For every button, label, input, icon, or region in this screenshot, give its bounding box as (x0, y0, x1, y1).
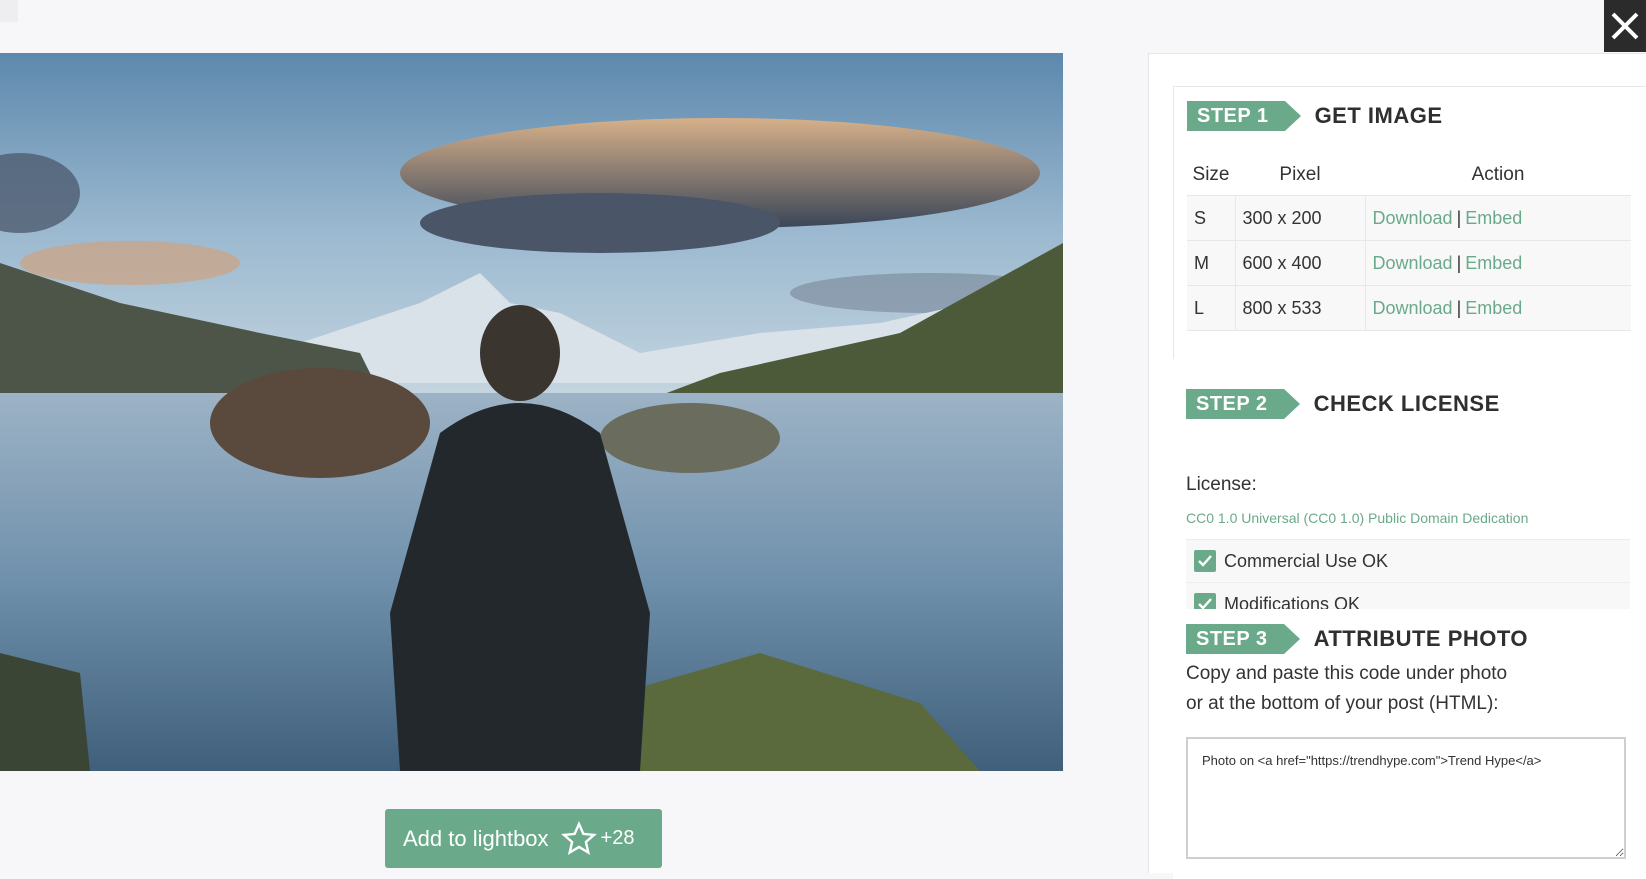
action-cell: Download | Embed (1365, 240, 1631, 286)
step3-title: ATTRIBUTE PHOTO (1313, 626, 1529, 651)
instructions-line-1: Copy and paste this code under photo (1186, 663, 1508, 684)
commercial-use-row: Commercial Use OK (1186, 539, 1630, 583)
embed-link-s[interactable]: Embed (1465, 208, 1522, 228)
step2-header: STEP 2 CHECK LICENSE (1186, 389, 1500, 419)
step3-badge: STEP 3 (1186, 624, 1300, 654)
table-row: L 800 x 533 Download | Embed (1187, 285, 1631, 331)
action-separator: | (1456, 207, 1462, 228)
embed-link-m[interactable]: Embed (1465, 253, 1522, 273)
size-table: Size Pixel Action S 300 x 200 Download | E… (1187, 155, 1631, 331)
checkmark-icon (1194, 550, 1216, 572)
star-icon (560, 820, 597, 855)
table-row: M 600 x 400 Download | Embed (1187, 240, 1631, 286)
license-link[interactable]: CC0 1.0 Universal (CC0 1.0) Public Domai… (1186, 510, 1528, 526)
step3-card: STEP 3 ATTRIBUTE PHOTO Copy and paste th… (1173, 609, 1646, 879)
step1-header: STEP 1 GET IMAGE (1187, 101, 1443, 131)
pixel-cell: 600 x 400 (1235, 240, 1366, 286)
size-cell: L (1187, 285, 1236, 331)
size-cell: M (1187, 240, 1236, 286)
commercial-use-label: Commercial Use OK (1224, 550, 1389, 571)
action-separator: | (1456, 297, 1462, 318)
table-row: S 300 x 200 Download | Embed (1187, 195, 1631, 241)
embed-link-l[interactable]: Embed (1465, 298, 1522, 318)
step2-badge: STEP 2 (1186, 389, 1300, 419)
size-header: Size (1192, 164, 1230, 185)
license-label: License: (1186, 474, 1257, 495)
step2-title: CHECK LICENSE (1313, 391, 1500, 416)
pixel-header: Pixel (1279, 164, 1321, 185)
lightbox-label: Add to lightbox (403, 825, 549, 851)
attribution-code-textarea[interactable]: Photo on <a href="https://trendhype.com"… (1186, 737, 1626, 859)
step1-title: GET IMAGE (1314, 103, 1443, 128)
close-icon (1611, 12, 1639, 40)
pixel-cell: 300 x 200 (1235, 195, 1366, 241)
pixel-cell: 800 x 533 (1235, 285, 1366, 331)
action-separator: | (1456, 252, 1462, 273)
step1-badge: STEP 1 (1187, 101, 1301, 131)
main-photo (0, 53, 1063, 771)
attribute-instructions: Copy and paste this code under photo or … (1186, 659, 1626, 719)
top-left-tab (0, 0, 18, 22)
download-panel: STEP 1 GET IMAGE Size Pixel Action S 300… (1148, 53, 1646, 879)
add-to-lightbox-button[interactable]: Add to lightbox +28 (385, 809, 662, 868)
instructions-line-2: or at the bottom of your post (HTML): (1186, 693, 1499, 714)
action-cell: Download | Embed (1365, 195, 1631, 241)
step1-card: STEP 1 GET IMAGE Size Pixel Action S 300… (1173, 86, 1646, 372)
lightbox-count: +28 (600, 827, 635, 849)
download-link-s[interactable]: Download (1373, 208, 1453, 228)
step2-card: STEP 2 CHECK LICENSE License: CC0 1.0 Un… (1173, 359, 1646, 626)
download-link-m[interactable]: Download (1373, 253, 1453, 273)
action-header: Action (1471, 164, 1525, 185)
download-link-l[interactable]: Download (1373, 298, 1453, 318)
step3-header: STEP 3 ATTRIBUTE PHOTO (1186, 624, 1528, 654)
size-cell: S (1187, 195, 1236, 241)
action-cell: Download | Embed (1365, 285, 1631, 331)
close-button[interactable] (1604, 0, 1646, 52)
